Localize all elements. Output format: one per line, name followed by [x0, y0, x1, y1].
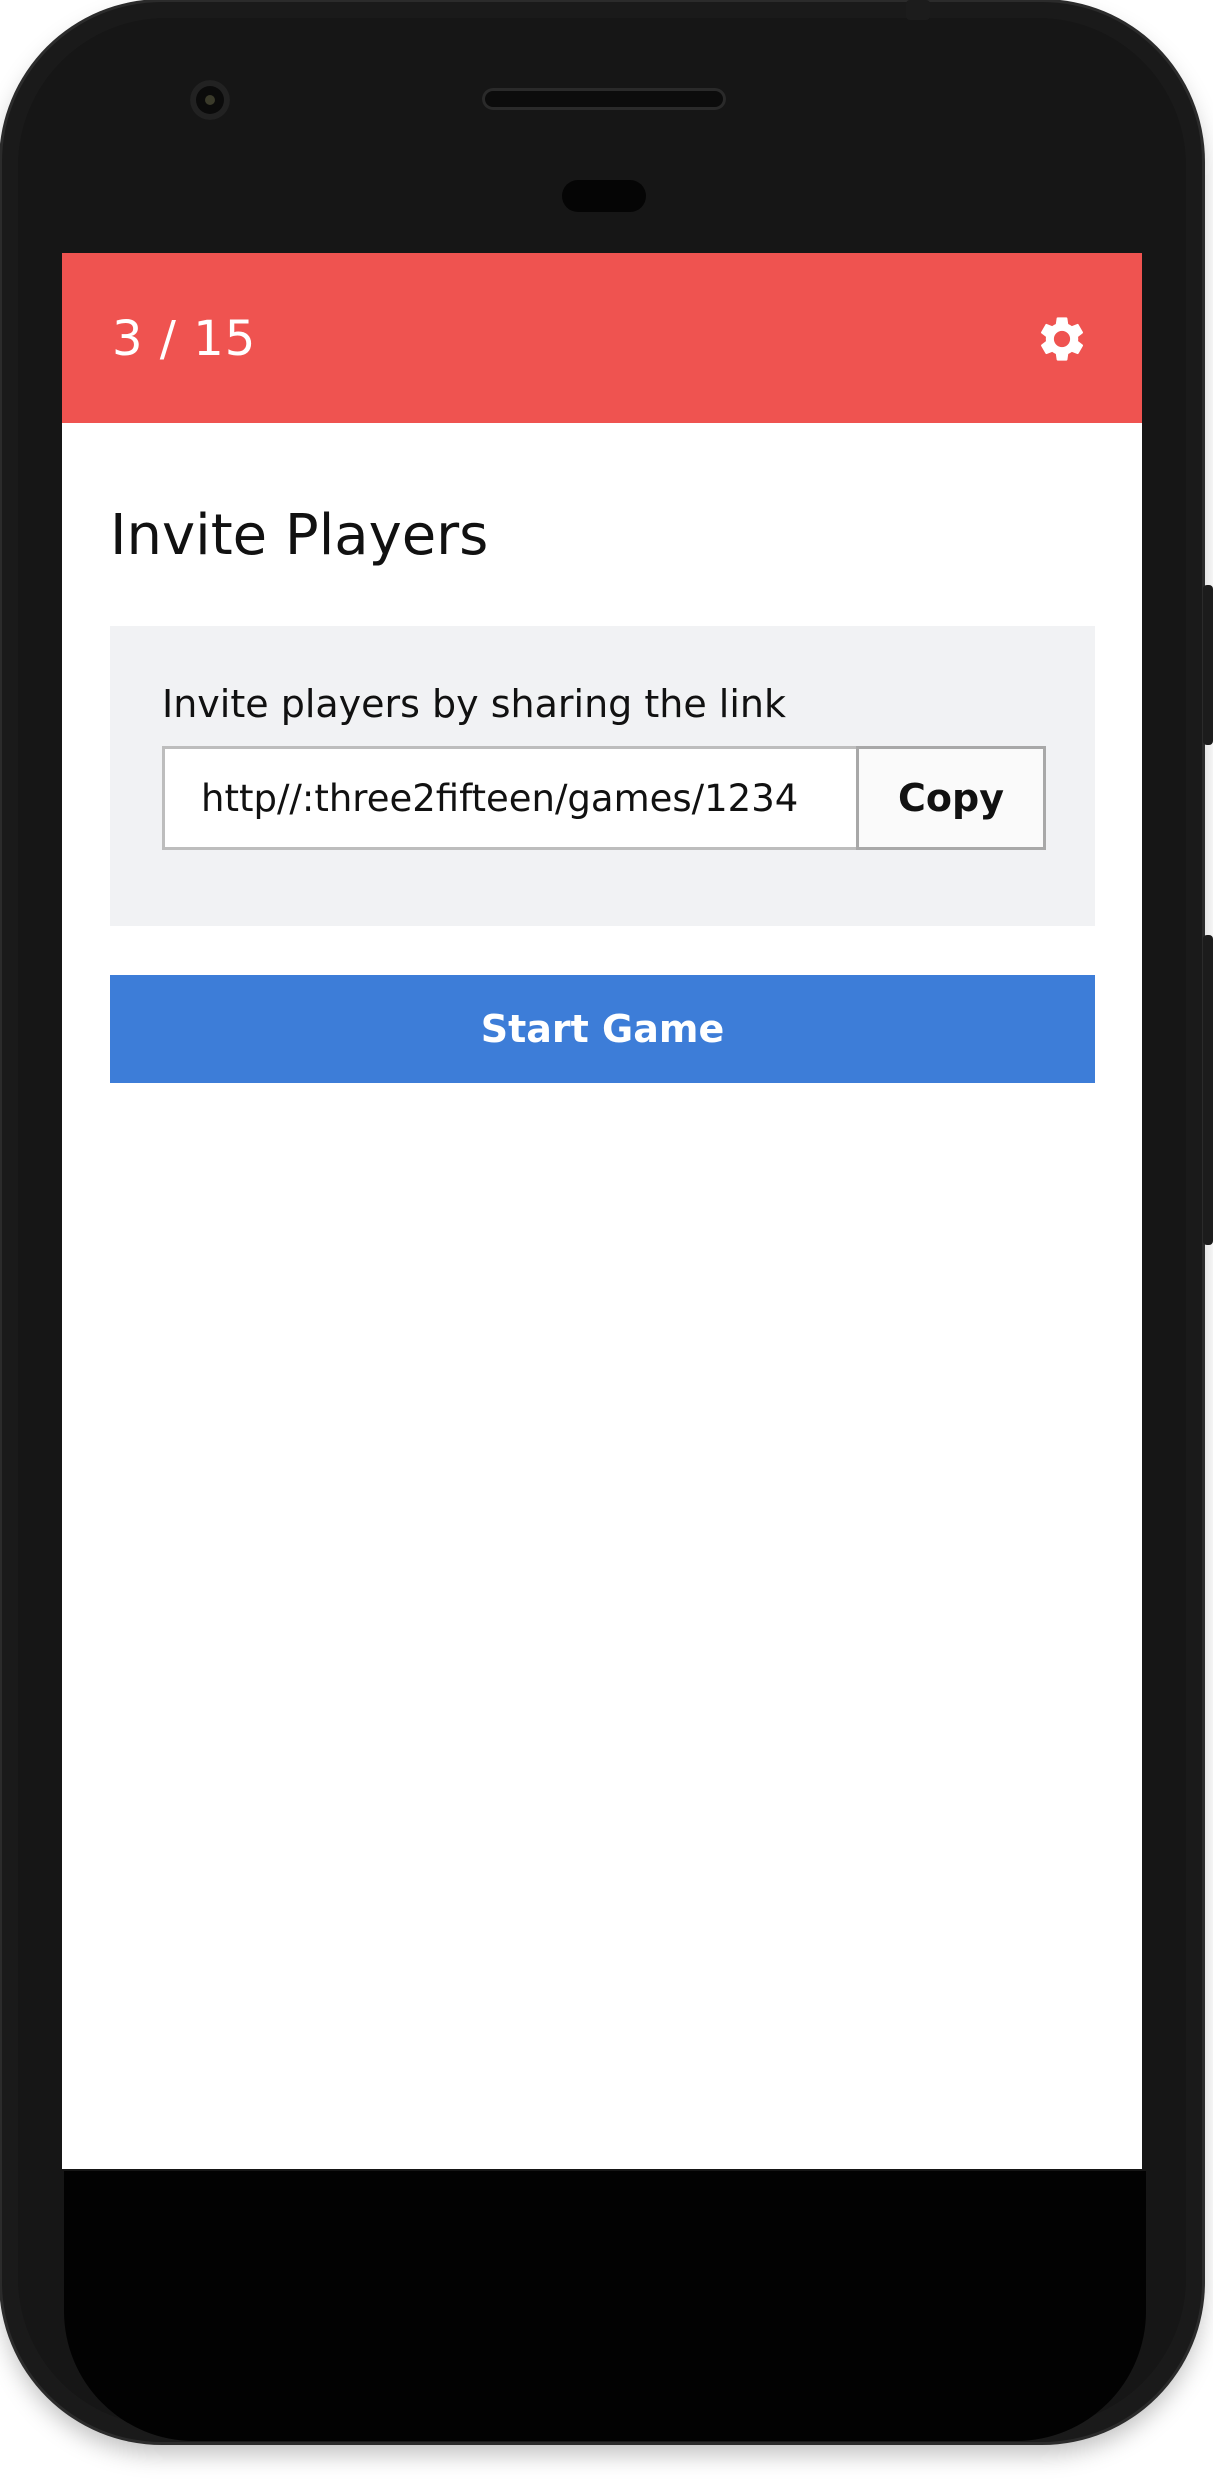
front-camera — [190, 80, 230, 120]
invite-label: Invite players by sharing the link — [162, 682, 786, 726]
start-game-button[interactable]: Start Game — [110, 975, 1095, 1083]
invite-link-field[interactable] — [162, 746, 856, 850]
copy-button[interactable]: Copy — [856, 746, 1046, 850]
invite-card: Invite players by sharing the link Copy — [110, 626, 1095, 926]
gear-icon — [1041, 317, 1084, 361]
turn-counter: 3 / 15 — [112, 311, 257, 367]
phone-chin — [64, 2171, 1146, 2441]
volume-button — [1203, 935, 1213, 1245]
page-title: Invite Players — [110, 503, 489, 568]
settings-button[interactable] — [1032, 309, 1092, 369]
power-button — [1203, 585, 1213, 745]
app-bar: 3 / 15 — [62, 253, 1142, 423]
app-screen: 3 / 15 Invite Players Invite players by … — [62, 253, 1142, 2169]
proximity-sensor — [562, 180, 646, 212]
top-notch-marker — [906, 0, 930, 20]
earpiece-speaker — [482, 88, 726, 110]
